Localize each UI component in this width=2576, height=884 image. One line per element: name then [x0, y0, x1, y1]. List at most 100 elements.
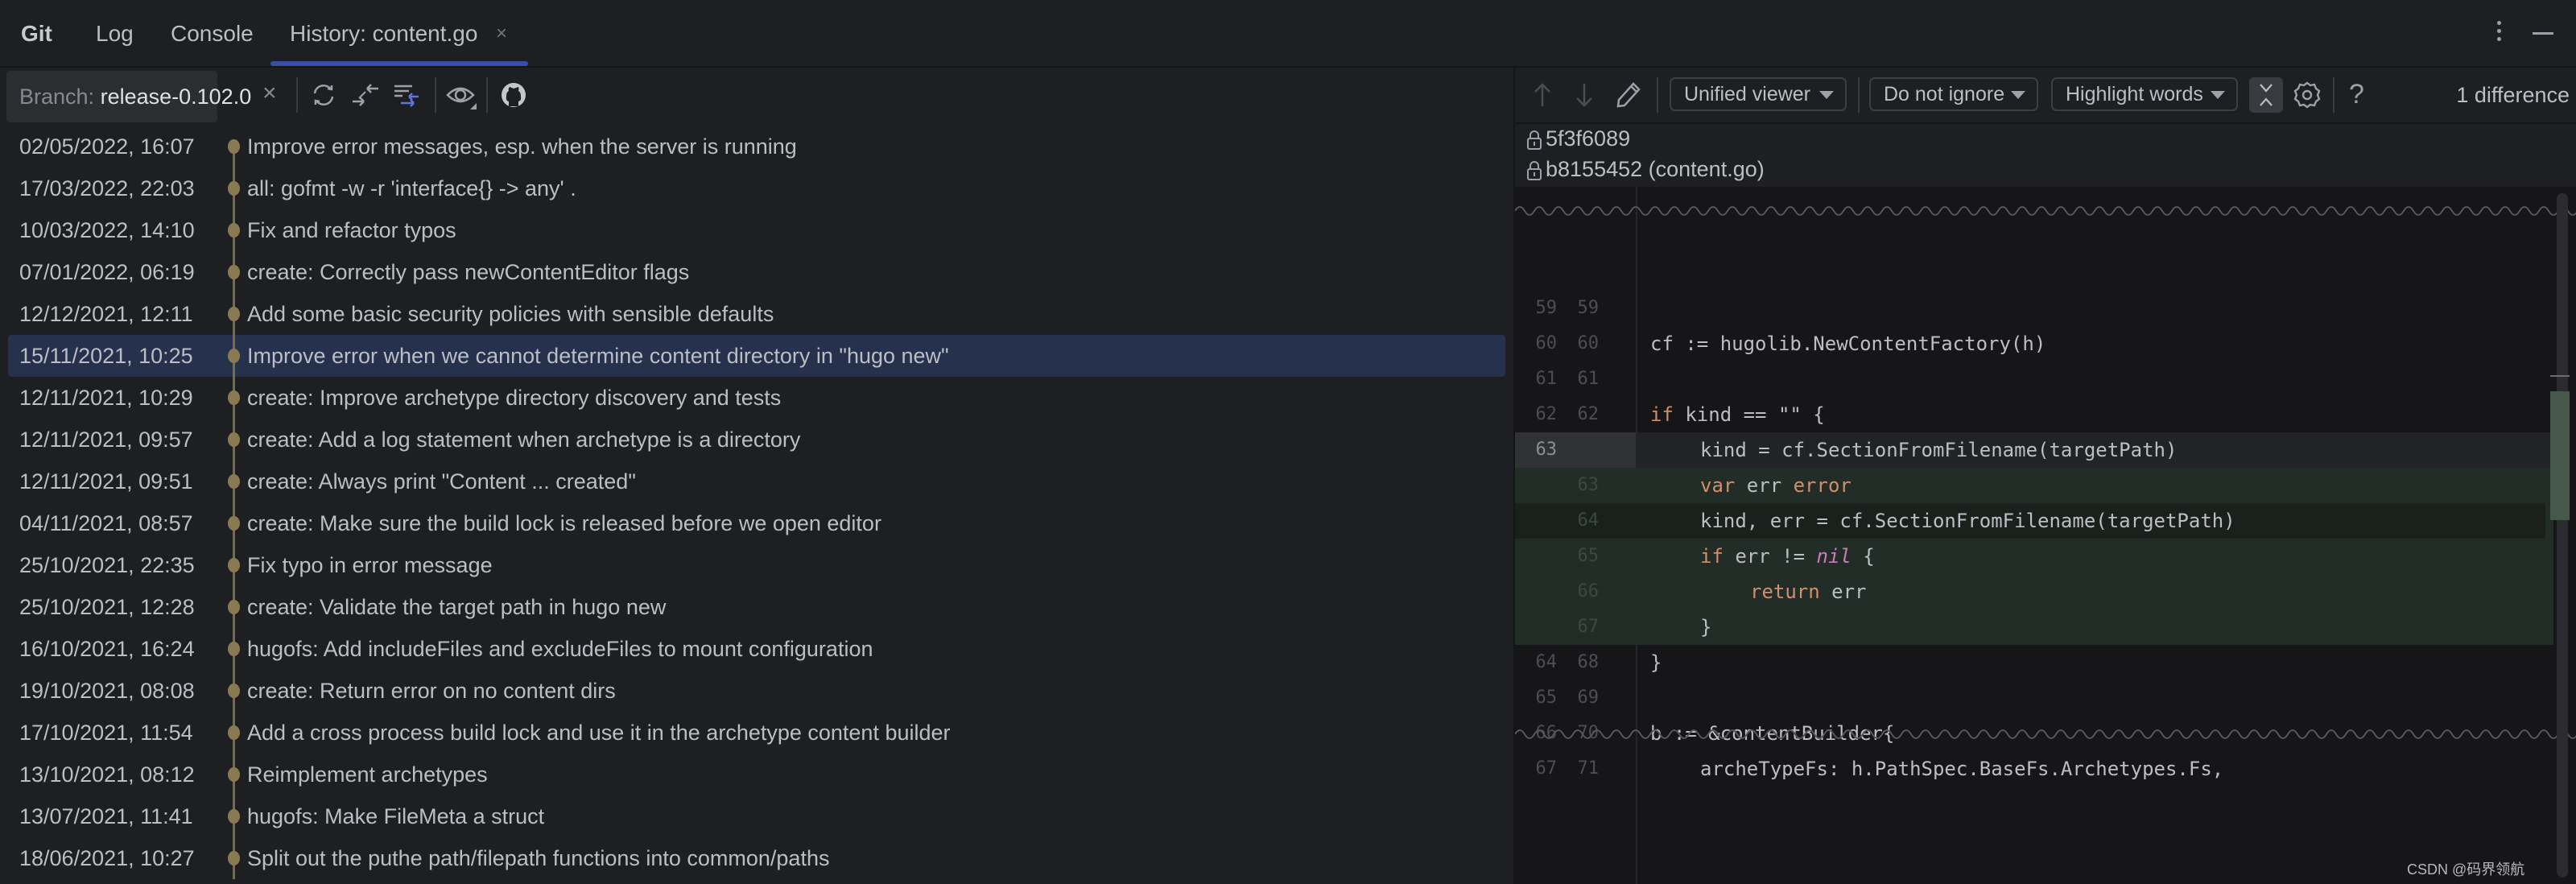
minimize-icon[interactable] — [2533, 32, 2553, 35]
ignore-whitespace-dropdown[interactable]: Do not ignore — [1869, 77, 2038, 111]
commit-message: create: Improve archetype directory disc… — [247, 386, 782, 410]
commit-row[interactable]: 17/03/2022, 22:03 all: gofmt -w -r 'inter… — [8, 167, 1505, 209]
help-icon[interactable]: ? — [2349, 76, 2364, 113]
branch-filter-clear-icon[interactable]: × — [262, 76, 277, 111]
commit-row[interactable]: 04/11/2021, 08:57 create: Make sure the b… — [8, 502, 1505, 544]
old-line-number: 59 — [1535, 298, 1558, 318]
code-text: kind, err = cf.SectionFromFilename(targe… — [1700, 510, 2235, 532]
commit-date: 18/06/2021, 10:27 — [19, 846, 195, 870]
collapse-unchanged-icon — [2260, 84, 2273, 106]
commit-row[interactable]: 13/10/2021, 08:12 Reimplement archetypes — [8, 754, 1505, 795]
commit-row[interactable]: 07/01/2022, 06:19 create: Correctly pass … — [8, 251, 1505, 293]
next-diff-icon[interactable] — [1571, 81, 1597, 109]
code-line: 61 61 — [1515, 361, 2553, 397]
commit-row[interactable]: 12/11/2021, 09:51 create: Always print "C… — [8, 461, 1505, 502]
tool-window-tab-bar: Git Log Console History: content.go × — [0, 0, 2576, 68]
settings-icon[interactable] — [2291, 79, 2323, 111]
commit-date: 13/10/2021, 08:12 — [19, 762, 195, 787]
commit-message: create: Validate the target path in hugo… — [247, 595, 667, 619]
revision-header-left: 5f3f6089 — [1526, 124, 1630, 153]
commit-row[interactable]: 12/12/2021, 12:11 Add some basic security… — [8, 293, 1505, 335]
folded-region-bottom[interactable] — [1515, 726, 2576, 742]
new-line-number: 65 — [1577, 546, 1600, 566]
fold-wave — [1515, 729, 2576, 739]
diff-editor[interactable]: 59 59 60 60 cf := hugolib.NewContentFactory(… — [1515, 187, 2576, 884]
code-line-added: 67} — [1515, 609, 2553, 645]
tab-console[interactable]: Console — [171, 0, 254, 66]
tab-log[interactable]: Log — [96, 0, 134, 66]
commit-row[interactable]: 18/06/2021, 10:27 Split out the puthe pat… — [8, 837, 1505, 879]
commit-date: 16/10/2021, 16:24 — [19, 637, 195, 661]
diff-panel: Unified viewer Do not ignore Highlight w… — [1513, 68, 2576, 884]
graph-commit-node — [228, 809, 240, 824]
commit-date: 07/01/2022, 06:19 — [19, 260, 195, 284]
graph-commit-node — [228, 307, 240, 321]
commit-row[interactable]: 19/10/2021, 08:08 create: Return error on… — [8, 670, 1505, 712]
commit-date: 17/03/2022, 22:03 — [19, 176, 195, 200]
code-text: cf := hugolib.NewContentFactory(h) — [1650, 333, 2046, 355]
commit-row[interactable]: 17/10/2021, 11:54 Add a cross process bui… — [8, 712, 1505, 754]
old-line-number: 67 — [1535, 758, 1558, 779]
tab-history[interactable]: History: content.go — [290, 0, 477, 66]
commit-message: Reimplement archetypes — [247, 762, 488, 787]
code-line-added: 63 var err error — [1515, 468, 2553, 503]
commit-row[interactable]: 12/11/2021, 10:29 create: Improve archety… — [8, 377, 1505, 419]
lock-icon — [1527, 160, 1542, 180]
code-text: kind = cf.SectionFromFilename(targetPath… — [1700, 439, 2178, 461]
commit-row[interactable]: 13/07/2021, 11:41 hugofs: Make FileMeta a… — [8, 795, 1505, 837]
commit-row[interactable]: 02/05/2022, 16:07 Improve error messages,… — [8, 126, 1505, 167]
new-line-number: 60 — [1577, 333, 1600, 353]
commit-message: hugofs: Add includeFiles and excludeFile… — [247, 637, 873, 661]
commit-message: all: gofmt -w -r 'interface{} -> any' . — [247, 176, 576, 200]
refresh-icon[interactable] — [308, 79, 340, 111]
branch-filter[interactable]: Branch: release-0.102.0 — [6, 71, 251, 122]
active-tab-indicator — [270, 61, 528, 66]
folded-region-top[interactable] — [1515, 203, 2576, 219]
commit-row[interactable]: 12/11/2021, 09:57 create: Add a log state… — [8, 419, 1505, 461]
viewer-mode-dropdown[interactable]: Unified viewer — [1670, 77, 1847, 111]
view-options-icon[interactable] — [444, 79, 480, 111]
collapse-linear-branches-icon[interactable] — [349, 79, 382, 111]
commit-date: 04/11/2021, 08:57 — [19, 511, 193, 535]
commit-row[interactable]: 25/10/2021, 12:28 create: Validate the ta… — [8, 586, 1505, 628]
toolbar-separator — [1858, 77, 1860, 113]
tab-history-close-icon[interactable]: × — [496, 0, 507, 66]
commit-row[interactable]: 16/10/2021, 16:24 hugofs: Add includeFile… — [8, 628, 1505, 670]
commit-message: create: Add a log statement when archety… — [247, 428, 801, 452]
commit-message: create: Always print "Content ... create… — [247, 469, 636, 494]
commit-row[interactable]: 25/10/2021, 22:35 Fix typo in error messa… — [8, 544, 1505, 586]
graph-commit-node — [228, 725, 240, 740]
collapse-unchanged-button[interactable] — [2249, 77, 2283, 113]
highlight-mode-dropdown[interactable]: Highlight words — [2051, 77, 2238, 111]
commit-row[interactable]: 15/11/2021, 10:25 Improve error when we c… — [8, 335, 1505, 377]
commit-message: Fix and refactor typos — [247, 218, 456, 242]
commit-message: create: Return error on no content dirs — [247, 679, 616, 703]
vertical-scrollbar[interactable] — [2557, 193, 2568, 878]
commit-row[interactable]: 10/03/2022, 14:10 Fix and refactor typos — [8, 209, 1505, 251]
edit-icon[interactable] — [1613, 79, 1642, 109]
toolbar-separator — [1657, 77, 1658, 113]
ignore-whitespace-value: Do not ignore — [1884, 83, 2005, 105]
diff-marker-removed — [2550, 375, 2570, 377]
commit-date: 12/12/2021, 12:11 — [19, 302, 193, 326]
old-line-number: 64 — [1535, 652, 1558, 672]
new-line-number: 59 — [1577, 298, 1600, 318]
intellisort-icon[interactable] — [391, 79, 423, 111]
code-text: if kind == "" { — [1650, 403, 1825, 426]
code-line: 65 69 — [1515, 680, 2553, 716]
github-icon[interactable] — [497, 79, 530, 111]
code-text: var err error — [1700, 474, 1852, 497]
prev-diff-icon[interactable] — [1530, 81, 1555, 109]
viewer-mode-value: Unified viewer — [1684, 83, 1811, 105]
watermark: CSDN @码界领航 — [2407, 861, 2525, 878]
old-line-number: 61 — [1535, 369, 1558, 389]
kebab-vertical-icon[interactable] — [2497, 21, 2502, 45]
code-line-added: 65 if err != nil { — [1515, 539, 2553, 574]
new-line-number: 71 — [1577, 758, 1600, 779]
graph-commit-node — [228, 600, 240, 614]
commit-message: hugofs: Make FileMeta a struct — [247, 804, 545, 828]
commit-date: 10/03/2022, 14:10 — [19, 218, 195, 242]
code-line: 67 71 archeTypeFs: h.PathSpec.BaseFs.Arche… — [1515, 751, 2553, 787]
tab-git[interactable]: Git — [21, 0, 52, 66]
graph-commit-node — [228, 432, 240, 447]
